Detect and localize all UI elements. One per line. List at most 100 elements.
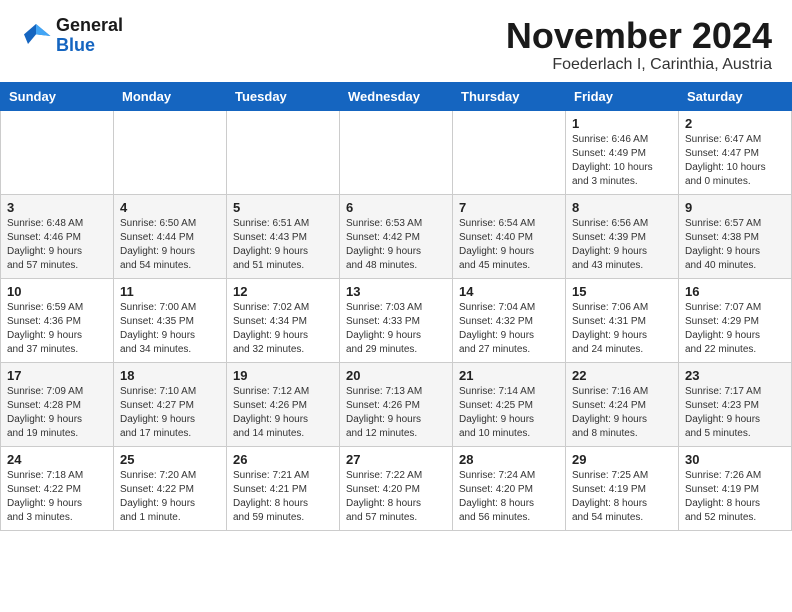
- day-info: Sunrise: 7:07 AM Sunset: 4:29 PM Dayligh…: [685, 301, 785, 357]
- weekday-header-friday: Friday: [566, 82, 679, 110]
- day-number: 14: [459, 284, 559, 299]
- logo-text: General Blue: [56, 16, 123, 56]
- calendar-cell: 7 Sunrise: 6:54 AM Sunset: 4:40 PM Daylig…: [453, 194, 566, 278]
- day-number: 16: [685, 284, 785, 299]
- calendar-cell: 21 Sunrise: 7:14 AM Sunset: 4:25 PM Dayli…: [453, 362, 566, 446]
- day-number: 6: [346, 200, 446, 215]
- calendar-cell: [114, 110, 227, 194]
- day-info: Sunrise: 7:12 AM Sunset: 4:26 PM Dayligh…: [233, 385, 333, 441]
- calendar-cell: 11 Sunrise: 7:00 AM Sunset: 4:35 PM Dayli…: [114, 278, 227, 362]
- day-number: 4: [120, 200, 220, 215]
- page-header: General Blue November 2024 Foederlach I,…: [0, 0, 792, 82]
- calendar-cell: 22 Sunrise: 7:16 AM Sunset: 4:24 PM Dayli…: [566, 362, 679, 446]
- weekday-header-thursday: Thursday: [453, 82, 566, 110]
- day-info: Sunrise: 6:56 AM Sunset: 4:39 PM Dayligh…: [572, 217, 672, 273]
- calendar-cell: 6 Sunrise: 6:53 AM Sunset: 4:42 PM Daylig…: [340, 194, 453, 278]
- day-info: Sunrise: 7:03 AM Sunset: 4:33 PM Dayligh…: [346, 301, 446, 357]
- calendar-week-row: 17 Sunrise: 7:09 AM Sunset: 4:28 PM Dayli…: [1, 362, 792, 446]
- calendar-week-row: 24 Sunrise: 7:18 AM Sunset: 4:22 PM Dayli…: [1, 446, 792, 530]
- calendar-cell: 1Sunrise: 6:46 AM Sunset: 4:49 PM Daylig…: [566, 110, 679, 194]
- calendar-table: SundayMondayTuesdayWednesdayThursdayFrid…: [0, 82, 792, 531]
- calendar-cell: 2 Sunrise: 6:47 AM Sunset: 4:47 PM Daylig…: [679, 110, 792, 194]
- day-info: Sunrise: 7:26 AM Sunset: 4:19 PM Dayligh…: [685, 469, 785, 525]
- calendar-cell: 29Sunrise: 7:25 AM Sunset: 4:19 PM Dayli…: [566, 446, 679, 530]
- day-number: 22: [572, 368, 672, 383]
- weekday-header-monday: Monday: [114, 82, 227, 110]
- weekday-header-wednesday: Wednesday: [340, 82, 453, 110]
- calendar-cell: 10Sunrise: 6:59 AM Sunset: 4:36 PM Dayli…: [1, 278, 114, 362]
- day-number: 25: [120, 452, 220, 467]
- calendar-week-row: 3Sunrise: 6:48 AM Sunset: 4:46 PM Daylig…: [1, 194, 792, 278]
- day-number: 11: [120, 284, 220, 299]
- day-info: Sunrise: 6:59 AM Sunset: 4:36 PM Dayligh…: [7, 301, 107, 357]
- calendar-cell: 5 Sunrise: 6:51 AM Sunset: 4:43 PM Daylig…: [227, 194, 340, 278]
- day-info: Sunrise: 7:17 AM Sunset: 4:23 PM Dayligh…: [685, 385, 785, 441]
- calendar-cell: 20Sunrise: 7:13 AM Sunset: 4:26 PM Dayli…: [340, 362, 453, 446]
- day-info: Sunrise: 6:47 AM Sunset: 4:47 PM Dayligh…: [685, 133, 785, 189]
- month-title: November 2024: [506, 16, 772, 56]
- day-info: Sunrise: 7:04 AM Sunset: 4:32 PM Dayligh…: [459, 301, 559, 357]
- day-number: 15: [572, 284, 672, 299]
- logo: General Blue: [20, 16, 123, 56]
- day-info: Sunrise: 7:16 AM Sunset: 4:24 PM Dayligh…: [572, 385, 672, 441]
- calendar-cell: 18Sunrise: 7:10 AM Sunset: 4:27 PM Dayli…: [114, 362, 227, 446]
- day-number: 1: [572, 116, 672, 131]
- calendar-body: 1Sunrise: 6:46 AM Sunset: 4:49 PM Daylig…: [1, 110, 792, 530]
- weekday-header-saturday: Saturday: [679, 82, 792, 110]
- day-info: Sunrise: 7:14 AM Sunset: 4:25 PM Dayligh…: [459, 385, 559, 441]
- day-info: Sunrise: 7:10 AM Sunset: 4:27 PM Dayligh…: [120, 385, 220, 441]
- day-number: 30: [685, 452, 785, 467]
- calendar-header: SundayMondayTuesdayWednesdayThursdayFrid…: [1, 82, 792, 110]
- day-info: Sunrise: 7:06 AM Sunset: 4:31 PM Dayligh…: [572, 301, 672, 357]
- day-number: 24: [7, 452, 107, 467]
- day-info: Sunrise: 6:57 AM Sunset: 4:38 PM Dayligh…: [685, 217, 785, 273]
- day-number: 12: [233, 284, 333, 299]
- day-info: Sunrise: 6:50 AM Sunset: 4:44 PM Dayligh…: [120, 217, 220, 273]
- day-number: 23: [685, 368, 785, 383]
- day-number: 19: [233, 368, 333, 383]
- calendar-cell: 14 Sunrise: 7:04 AM Sunset: 4:32 PM Dayli…: [453, 278, 566, 362]
- calendar-cell: [1, 110, 114, 194]
- day-number: 26: [233, 452, 333, 467]
- day-info: Sunrise: 6:53 AM Sunset: 4:42 PM Dayligh…: [346, 217, 446, 273]
- calendar-cell: [340, 110, 453, 194]
- calendar-cell: 17 Sunrise: 7:09 AM Sunset: 4:28 PM Dayli…: [1, 362, 114, 446]
- day-number: 17: [7, 368, 107, 383]
- calendar-cell: 9Sunrise: 6:57 AM Sunset: 4:38 PM Daylig…: [679, 194, 792, 278]
- day-number: 27: [346, 452, 446, 467]
- day-info: Sunrise: 7:24 AM Sunset: 4:20 PM Dayligh…: [459, 469, 559, 525]
- day-number: 13: [346, 284, 446, 299]
- day-info: Sunrise: 7:21 AM Sunset: 4:21 PM Dayligh…: [233, 469, 333, 525]
- logo-icon: [20, 20, 52, 52]
- day-number: 7: [459, 200, 559, 215]
- calendar-cell: 23 Sunrise: 7:17 AM Sunset: 4:23 PM Dayli…: [679, 362, 792, 446]
- weekday-header-sunday: Sunday: [1, 82, 114, 110]
- calendar-week-row: 1Sunrise: 6:46 AM Sunset: 4:49 PM Daylig…: [1, 110, 792, 194]
- day-info: Sunrise: 6:48 AM Sunset: 4:46 PM Dayligh…: [7, 217, 107, 273]
- calendar-cell: 28Sunrise: 7:24 AM Sunset: 4:20 PM Dayli…: [453, 446, 566, 530]
- calendar-cell: 4 Sunrise: 6:50 AM Sunset: 4:44 PM Daylig…: [114, 194, 227, 278]
- calendar-cell: 13 Sunrise: 7:03 AM Sunset: 4:33 PM Dayli…: [340, 278, 453, 362]
- day-number: 2: [685, 116, 785, 131]
- day-info: Sunrise: 6:54 AM Sunset: 4:40 PM Dayligh…: [459, 217, 559, 273]
- weekday-header-tuesday: Tuesday: [227, 82, 340, 110]
- calendar-week-row: 10Sunrise: 6:59 AM Sunset: 4:36 PM Dayli…: [1, 278, 792, 362]
- day-number: 5: [233, 200, 333, 215]
- day-info: Sunrise: 7:02 AM Sunset: 4:34 PM Dayligh…: [233, 301, 333, 357]
- day-info: Sunrise: 7:25 AM Sunset: 4:19 PM Dayligh…: [572, 469, 672, 525]
- calendar-cell: 16 Sunrise: 7:07 AM Sunset: 4:29 PM Dayli…: [679, 278, 792, 362]
- calendar-cell: [453, 110, 566, 194]
- day-number: 21: [459, 368, 559, 383]
- weekday-header-row: SundayMondayTuesdayWednesdayThursdayFrid…: [1, 82, 792, 110]
- day-info: Sunrise: 6:51 AM Sunset: 4:43 PM Dayligh…: [233, 217, 333, 273]
- title-block: November 2024 Foederlach I, Carinthia, A…: [506, 16, 772, 74]
- day-info: Sunrise: 7:09 AM Sunset: 4:28 PM Dayligh…: [7, 385, 107, 441]
- calendar-cell: 24 Sunrise: 7:18 AM Sunset: 4:22 PM Dayli…: [1, 446, 114, 530]
- day-number: 8: [572, 200, 672, 215]
- calendar-cell: 27Sunrise: 7:22 AM Sunset: 4:20 PM Dayli…: [340, 446, 453, 530]
- day-info: Sunrise: 7:18 AM Sunset: 4:22 PM Dayligh…: [7, 469, 107, 525]
- calendar-cell: 12 Sunrise: 7:02 AM Sunset: 4:34 PM Dayli…: [227, 278, 340, 362]
- calendar-cell: 19 Sunrise: 7:12 AM Sunset: 4:26 PM Dayli…: [227, 362, 340, 446]
- day-info: Sunrise: 7:20 AM Sunset: 4:22 PM Dayligh…: [120, 469, 220, 525]
- day-info: Sunrise: 7:00 AM Sunset: 4:35 PM Dayligh…: [120, 301, 220, 357]
